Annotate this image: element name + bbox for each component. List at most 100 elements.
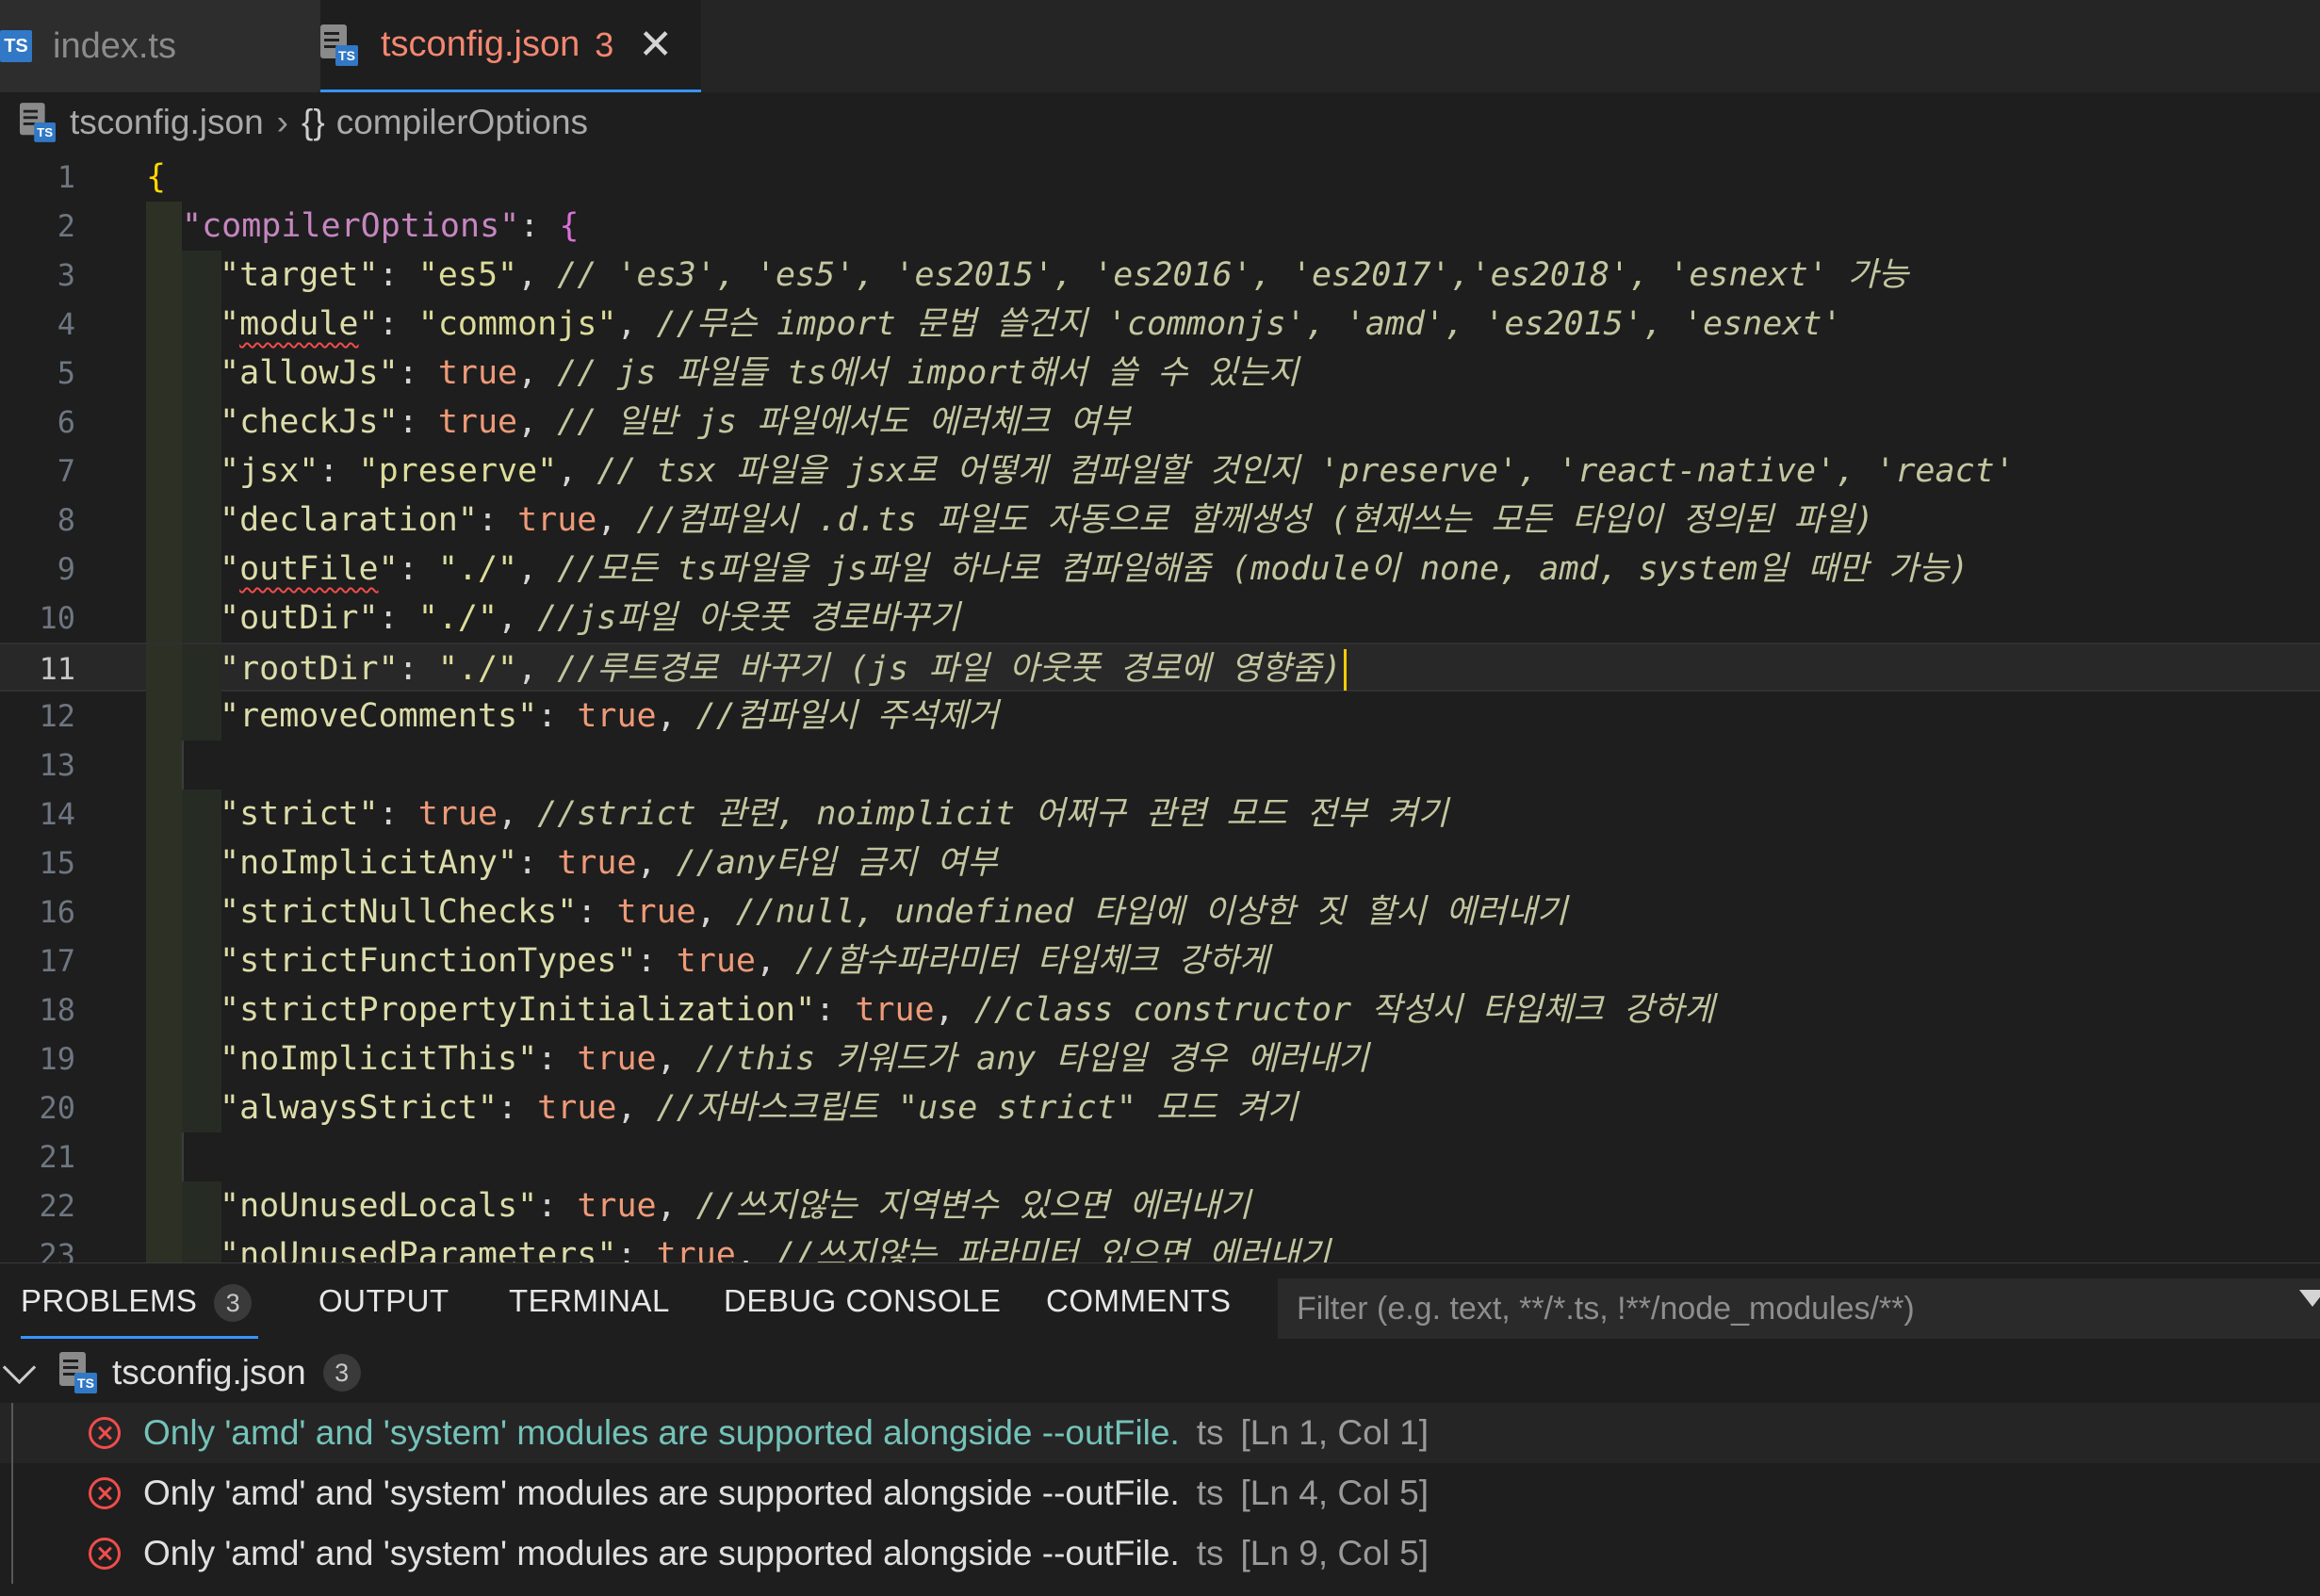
tab-comments[interactable]: COMMENTS — [1046, 1263, 1232, 1339]
code-line[interactable]: 10 "outDir": "./", //js파일 아웃풋 경로바꾸기 — [0, 594, 2320, 643]
code-line[interactable]: 22 "noUnusedLocals": true, //쓰지않는 지역변수 있으… — [0, 1181, 2320, 1230]
breadcrumb-file[interactable]: tsconfig.json — [70, 103, 264, 142]
tab-index-ts[interactable]: TS index.ts — [0, 0, 320, 92]
line-number: 5 — [57, 355, 75, 391]
panel-tab-bar: PROBLEMS 3 OUTPUT TERMINAL DEBUG CONSOLE … — [0, 1263, 2320, 1339]
editor-tab-bar: TS index.ts TS tsconfig.json 3 ✕ — [0, 0, 2320, 92]
code-line[interactable]: 1{ — [0, 153, 2320, 202]
tab-tsconfig-json[interactable]: TS tsconfig.json 3 ✕ — [320, 0, 701, 92]
problem-message: Only 'amd' and 'system' modules are supp… — [143, 1413, 1180, 1452]
breadcrumb-symbol[interactable]: compilerOptions — [336, 103, 588, 142]
line-number: 13 — [39, 747, 75, 783]
code-line[interactable]: 3 "target": "es5", // 'es3', 'es5', 'es20… — [0, 251, 2320, 300]
code-line[interactable]: 7 "jsx": "preserve", // tsx 파일을 jsx로 어떻게 … — [0, 447, 2320, 496]
line-number: 6 — [57, 404, 75, 440]
close-icon[interactable]: ✕ — [638, 24, 673, 66]
line-number: 12 — [39, 698, 75, 734]
code-line[interactable]: 23 "noUnusedParameters": true, //쓰지않는 파라미… — [0, 1230, 2320, 1262]
code-line[interactable]: 21 — [0, 1132, 2320, 1181]
error-icon — [89, 1538, 121, 1570]
breadcrumb: TS tsconfig.json › {} compilerOptions — [0, 92, 2320, 153]
tsconfig-file-icon: TS — [320, 24, 358, 66]
code-text: "strictFunctionTypes": true, //함수파라미터 타입… — [220, 942, 1270, 980]
line-number: 1 — [57, 159, 75, 195]
code-text: "noImplicitAny": true, //any타입 금지 여부 — [220, 844, 998, 882]
tsconfig-file-icon: TS — [20, 103, 56, 142]
line-number: 20 — [39, 1090, 75, 1126]
line-number: 17 — [39, 943, 75, 979]
bottom-panel: PROBLEMS 3 OUTPUT TERMINAL DEBUG CONSOLE … — [0, 1262, 2320, 1596]
tab-debug-console[interactable]: DEBUG CONSOLE — [724, 1263, 1001, 1339]
tab-terminal[interactable]: TERMINAL — [509, 1263, 670, 1339]
line-number: 16 — [39, 894, 75, 930]
code-line[interactable]: 15 "noImplicitAny": true, //any타입 금지 여부 — [0, 839, 2320, 888]
code-line[interactable]: 13 — [0, 741, 2320, 790]
filter-icon[interactable] — [2299, 1290, 2320, 1307]
problem-message: Only 'amd' and 'system' modules are supp… — [143, 1474, 1180, 1512]
tab-problems[interactable]: PROBLEMS 3 — [21, 1263, 258, 1339]
code-text: "noImplicitThis": true, //this 키워드가 any … — [220, 1040, 1369, 1078]
line-number: 3 — [57, 257, 75, 293]
problems-count-badge: 3 — [214, 1284, 253, 1323]
code-text: "declaration": true, //컴파일시 .d.ts 파일도 자동… — [220, 501, 1874, 539]
code-line[interactable]: 12 "removeComments": true, //컴파일시 주석제거 — [0, 692, 2320, 741]
code-text: "noUnusedParameters": true, //쓰지않는 파라미터 … — [220, 1236, 1331, 1262]
line-number: 9 — [57, 551, 75, 587]
problem-item[interactable]: Only 'amd' and 'system' modules are supp… — [0, 1523, 2320, 1584]
problems-filter-input[interactable]: Filter (e.g. text, **/*.ts, !**/node_mod… — [1278, 1278, 2320, 1339]
code-line[interactable]: 2 "compilerOptions": { — [0, 202, 2320, 251]
code-text: "alwaysStrict": true, //자바스크립트 "use stri… — [220, 1089, 1298, 1127]
problems-file-group[interactable]: TS tsconfig.json 3 — [0, 1343, 2320, 1403]
code-line[interactable]: 17 "strictFunctionTypes": true, //함수파라미터 … — [0, 936, 2320, 985]
problem-item[interactable]: Only 'amd' and 'system' modules are supp… — [0, 1403, 2320, 1463]
code-text: "outDir": "./", //js파일 아웃풋 경로바꾸기 — [220, 599, 960, 637]
typescript-file-icon: TS — [0, 30, 32, 62]
line-number: 19 — [39, 1041, 75, 1077]
tab-output[interactable]: OUTPUT — [319, 1263, 449, 1339]
chevron-right-icon: › — [276, 103, 288, 141]
line-number: 15 — [39, 845, 75, 881]
problem-location: [Ln 9, Col 5] — [1240, 1534, 1430, 1572]
line-number: 22 — [39, 1188, 75, 1224]
text-cursor — [1343, 649, 1347, 691]
code-text: "strictPropertyInitialization": true, //… — [220, 991, 1715, 1029]
code-line[interactable]: 18 "strictPropertyInitialization": true, … — [0, 985, 2320, 1034]
code-line[interactable]: 20 "alwaysStrict": true, //자바스크립트 "use st… — [0, 1083, 2320, 1132]
code-line[interactable]: 4 "module": "commonjs", //무슨 import 문법 쓸건… — [0, 300, 2320, 349]
line-number: 18 — [39, 992, 75, 1028]
code-text: "target": "es5", // 'es3', 'es5', 'es201… — [220, 256, 1909, 294]
code-line[interactable]: 14 "strict": true, //strict 관련, noimplici… — [0, 790, 2320, 839]
code-line[interactable]: 8 "declaration": true, //컴파일시 .d.ts 파일도 자… — [0, 496, 2320, 545]
tab-label: tsconfig.json — [381, 24, 580, 64]
problem-source: ts — [1196, 1534, 1224, 1572]
line-number: 21 — [39, 1139, 75, 1175]
line-number: 8 — [57, 502, 75, 538]
code-text: "noUnusedLocals": true, //쓰지않는 지역변수 있으면 … — [220, 1187, 1251, 1225]
tab-problems-label: PROBLEMS — [21, 1283, 198, 1318]
code-line[interactable]: 11 "rootDir": "./", //루트경로 바꾸기 (js 파일 아웃풋… — [0, 643, 2320, 693]
code-line[interactable]: 9 "outFile": "./", //모든 ts파일을 js파일 하나로 컴파… — [0, 545, 2320, 594]
object-symbol-icon: {} — [302, 103, 325, 141]
problem-source: ts — [1196, 1413, 1224, 1452]
line-number: 2 — [57, 208, 75, 244]
line-number: 23 — [39, 1237, 75, 1262]
problem-item[interactable]: Only 'amd' and 'system' modules are supp… — [0, 1463, 2320, 1523]
code-text: { — [146, 158, 167, 196]
code-line[interactable]: 16 "strictNullChecks": true, //null, unde… — [0, 888, 2320, 936]
line-number: 4 — [57, 306, 75, 342]
line-number: 7 — [57, 453, 75, 489]
code-text: "strictNullChecks": true, //null, undefi… — [220, 893, 1568, 931]
line-number: 14 — [39, 796, 75, 832]
code-text: "removeComments": true, //컴파일시 주석제거 — [220, 697, 999, 735]
code-text: "compilerOptions": { — [182, 207, 580, 245]
code-line[interactable]: 6 "checkJs": true, // 일반 js 파일에서도 에러체크 여부 — [0, 398, 2320, 447]
code-text: "strict": true, //strict 관련, noimplicit … — [220, 795, 1448, 833]
code-text: "allowJs": true, // js 파일들 ts에서 import해서… — [220, 354, 1299, 392]
code-line[interactable]: 19 "noImplicitThis": true, //this 키워드가 an… — [0, 1034, 2320, 1083]
code-text: "outFile": "./", //모든 ts파일을 js파일 하나로 컴파일… — [220, 550, 1969, 588]
code-editor[interactable]: 1{2 "compilerOptions": {3 "target": "es5",… — [0, 153, 2320, 1262]
problem-message: Only 'amd' and 'system' modules are supp… — [143, 1534, 1180, 1572]
chevron-down-icon[interactable] — [2, 1350, 37, 1384]
code-line[interactable]: 5 "allowJs": true, // js 파일들 ts에서 import해… — [0, 349, 2320, 398]
group-count-badge: 3 — [322, 1354, 361, 1392]
